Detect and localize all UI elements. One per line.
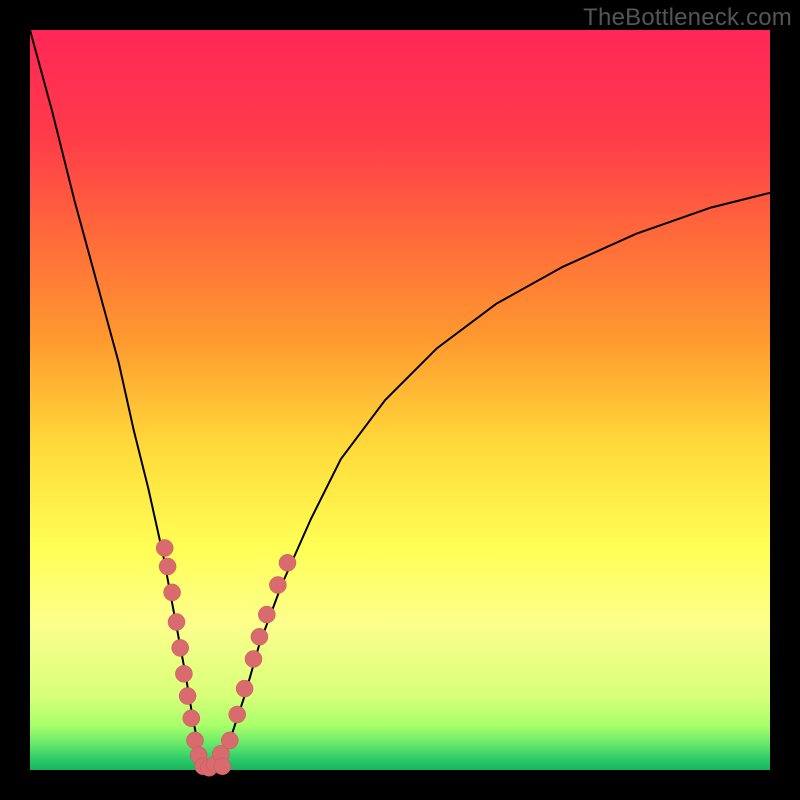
marker-dot xyxy=(164,584,181,601)
bottleneck-curve xyxy=(30,30,770,770)
watermark-text: TheBottleneck.com xyxy=(583,4,792,32)
marker-dot xyxy=(245,651,262,668)
marker-dot xyxy=(156,540,173,557)
marker-dot xyxy=(214,758,231,775)
chart-frame: TheBottleneck.com xyxy=(0,0,800,800)
marker-dot xyxy=(221,732,238,749)
marker-dot xyxy=(168,614,185,631)
marker-dot xyxy=(175,665,192,682)
plot-area xyxy=(30,30,770,770)
marker-dot xyxy=(258,606,275,623)
marker-dot xyxy=(172,639,189,656)
marker-dot xyxy=(279,554,296,571)
marker-dot xyxy=(269,577,286,594)
marker-dot xyxy=(179,688,196,705)
marker-dot xyxy=(229,706,246,723)
marker-dot xyxy=(236,680,253,697)
marker-dot xyxy=(187,732,204,749)
curve-layer xyxy=(30,30,770,770)
highlight-markers xyxy=(156,540,296,777)
marker-dot xyxy=(159,558,176,575)
marker-dot xyxy=(251,628,268,645)
marker-dot xyxy=(183,710,200,727)
